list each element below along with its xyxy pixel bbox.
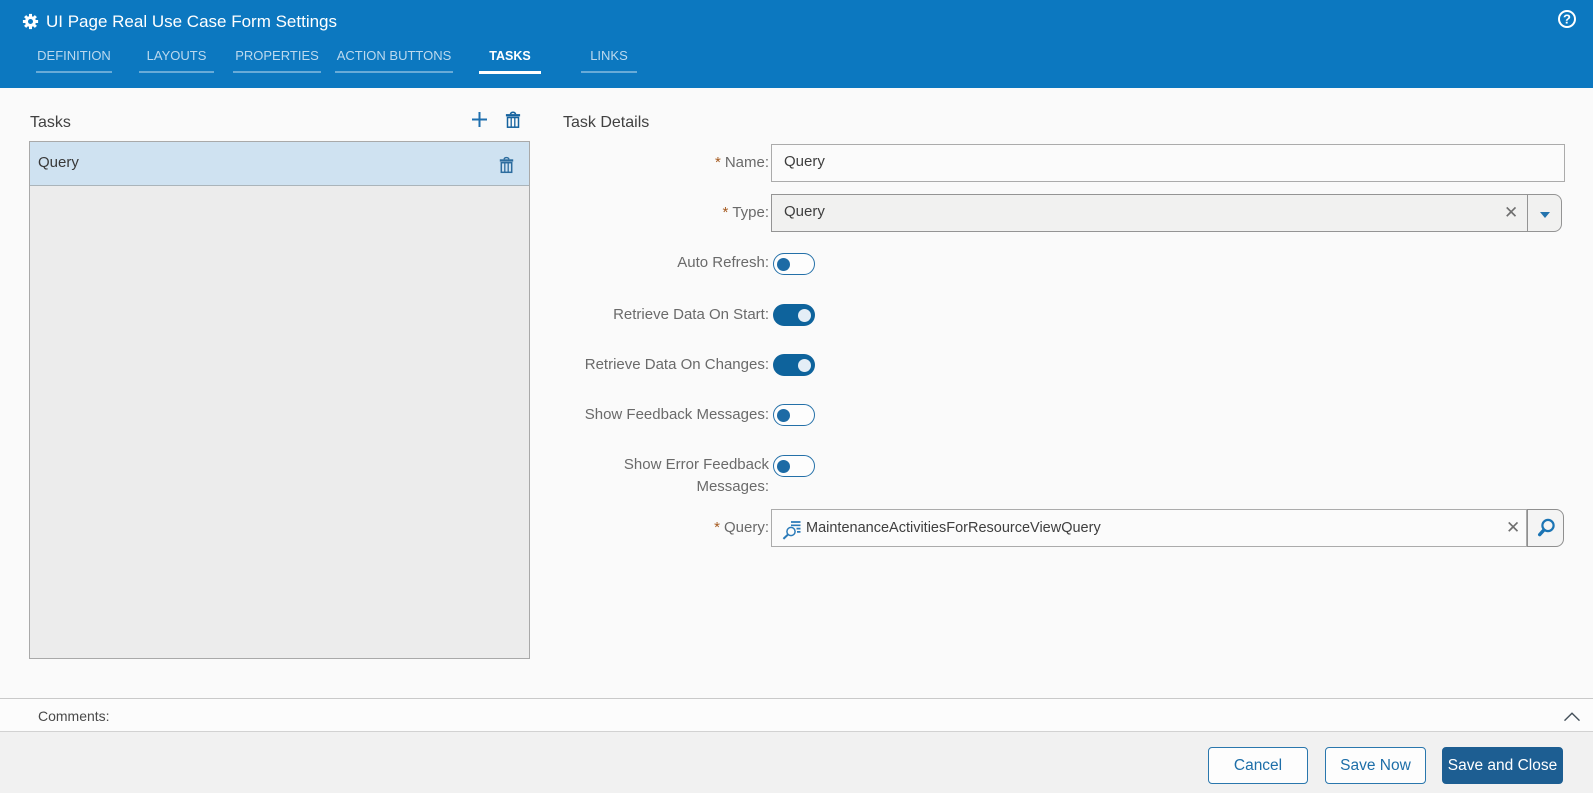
svg-text:?: ? [1563,12,1571,27]
